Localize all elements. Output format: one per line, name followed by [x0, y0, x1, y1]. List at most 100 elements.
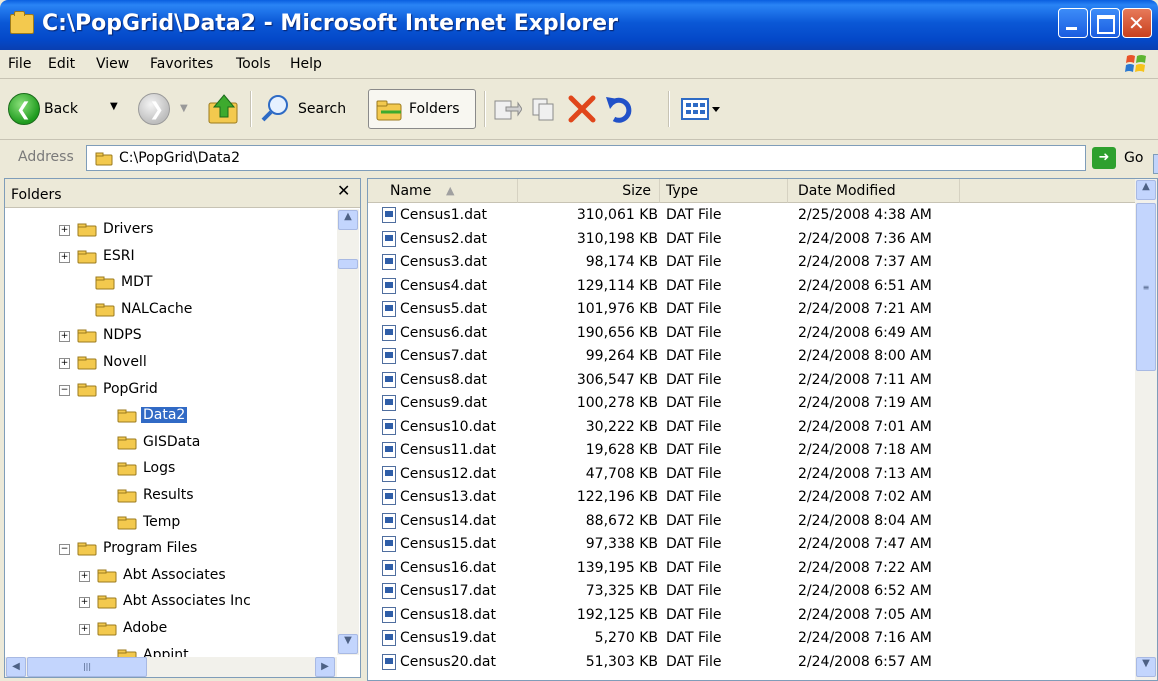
table-row[interactable]: Census18.dat 192,125 KB DAT File 2/24/2008 … — [368, 605, 1138, 625]
scroll-right-button[interactable]: ▶ — [315, 657, 335, 677]
undo-button[interactable] — [604, 93, 636, 129]
menu-edit[interactable]: Edit — [48, 56, 75, 72]
minimize-button[interactable] — [1058, 8, 1088, 38]
tree-item[interactable]: + Adobe — [5, 618, 335, 642]
views-button[interactable] — [680, 95, 724, 127]
expand-icon[interactable]: + — [79, 597, 90, 609]
file-size: 5,270 KB — [594, 630, 658, 646]
scroll-left-button[interactable]: ◀ — [6, 657, 26, 677]
tree-item[interactable]: + Abt Associates Inc — [5, 591, 335, 615]
maximize-button[interactable] — [1090, 8, 1120, 38]
file-size: 190,656 KB — [576, 324, 658, 341]
close-icon[interactable]: ✕ — [337, 181, 350, 200]
column-header-type[interactable]: Type — [660, 179, 788, 203]
tree-horizontal-scrollbar[interactable]: ◀ ||| ▶ — [5, 657, 337, 677]
expand-icon[interactable]: + — [59, 225, 70, 236]
folders-button[interactable]: Folders — [368, 89, 476, 129]
tree-item[interactable]: Results — [5, 485, 335, 509]
address-input[interactable]: C:\PopGrid\Data2 ▼ — [86, 145, 1158, 174]
menu-view[interactable]: View — [96, 56, 129, 72]
tree-item[interactable]: Temp — [5, 512, 335, 536]
tree-item[interactable]: − PopGrid — [5, 379, 335, 403]
back-label[interactable]: Back — [44, 101, 78, 117]
tree-item[interactable]: MDT — [5, 272, 335, 296]
tree-item-label: Data2 — [141, 407, 188, 424]
back-button[interactable]: ❮ — [8, 93, 40, 125]
table-row[interactable]: Census6.dat 190,656 KB DAT File 2/24/2008 6… — [368, 323, 1138, 343]
table-row[interactable]: Census2.dat 310,198 KB DAT File 2/24/2008 7… — [368, 229, 1138, 249]
table-row[interactable]: Census3.dat 98,174 KB DAT File 2/24/2008 7:… — [368, 252, 1138, 272]
collapse-icon[interactable]: − — [59, 544, 70, 556]
scroll-down-button[interactable]: ▼ — [338, 634, 358, 654]
scroll-down-button[interactable]: ▼ — [1136, 657, 1156, 677]
copy-to-button[interactable] — [530, 95, 560, 127]
table-row[interactable]: Census9.dat 100,278 KB DAT File 2/24/2008 7… — [368, 393, 1138, 413]
close-button[interactable]: ✕ — [1122, 8, 1152, 38]
tree-item-label: PopGrid — [103, 380, 158, 397]
table-row[interactable]: Census19.dat 5,270 KB DAT File 2/24/2008 7:… — [368, 628, 1138, 648]
back-dropdown[interactable]: ▼ — [110, 101, 118, 112]
search-label[interactable]: Search — [298, 101, 346, 117]
table-row[interactable]: Census8.dat 306,547 KB DAT File 2/24/2008 7… — [368, 370, 1138, 390]
file-date-modified: 2/24/2008 6:49 AM — [798, 324, 932, 341]
column-header-name[interactable]: Name ▲ — [368, 179, 518, 203]
table-row[interactable]: Census14.dat 88,672 KB DAT File 2/24/2008 8… — [368, 511, 1138, 531]
forward-dropdown[interactable]: ▼ — [180, 103, 188, 114]
horizontal-scroll-thumb[interactable]: ||| — [27, 657, 147, 677]
move-to-button[interactable] — [492, 95, 523, 127]
table-row[interactable]: Census7.dat 99,264 KB DAT File 2/24/2008 8:… — [368, 346, 1138, 366]
tree-item[interactable]: + NDPS — [5, 325, 335, 349]
scroll-up-button[interactable]: ▲ — [1136, 180, 1156, 200]
tree-item[interactable]: + Abt Associates — [5, 565, 335, 589]
column-header-date[interactable]: Date Modified — [788, 179, 960, 203]
forward-button[interactable]: ❯ — [138, 93, 170, 125]
scroll-up-button[interactable]: ▲ — [338, 210, 358, 230]
search-button[interactable] — [260, 93, 290, 127]
delete-button[interactable] — [566, 93, 598, 129]
tree-item[interactable]: + Drivers — [5, 219, 335, 243]
expand-icon[interactable]: + — [59, 331, 70, 343]
file-vertical-scrollbar[interactable]: ▲ ≡ ▼ — [1135, 179, 1157, 680]
table-row[interactable]: Census13.dat 122,196 KB DAT File 2/24/2008 … — [368, 487, 1138, 507]
file-size: 73,325 KB — [585, 583, 658, 599]
expand-icon[interactable]: + — [79, 570, 90, 582]
table-row[interactable]: Census5.dat 101,976 KB DAT File 2/24/2008 7… — [368, 299, 1138, 319]
file-size: 306,547 KB — [576, 371, 658, 388]
tree-item[interactable]: Logs — [5, 458, 335, 482]
go-button[interactable]: Go — [1124, 150, 1143, 166]
collapse-icon[interactable]: − — [59, 384, 70, 396]
tree-item[interactable]: + ESRI — [5, 246, 335, 270]
tree-item[interactable]: − Program Files — [5, 538, 335, 562]
scroll-thumb[interactable]: ≡ — [1136, 203, 1156, 371]
table-row[interactable]: Census1.dat 310,061 KB DAT File 2/25/2008 4… — [368, 205, 1138, 225]
table-row[interactable]: Census4.dat 129,114 KB DAT File 2/24/2008 6… — [368, 276, 1138, 296]
tree-vertical-scrollbar[interactable]: ▲ ▼ — [337, 209, 359, 655]
table-row[interactable]: Census12.dat 47,708 KB DAT File 2/24/2008 7… — [368, 464, 1138, 484]
tree-item[interactable]: NALCache — [5, 299, 335, 323]
dat-file-icon — [382, 371, 396, 388]
go-icon[interactable]: ➜ — [1092, 147, 1116, 169]
forward-icon: ❯ — [149, 99, 165, 120]
menu-file[interactable]: File — [8, 56, 31, 72]
expand-icon[interactable]: + — [79, 624, 90, 635]
column-header-size[interactable]: Size — [518, 179, 660, 203]
menu-favorites[interactable]: Favorites — [150, 56, 213, 72]
address-dropdown-button[interactable]: ▼ — [1153, 154, 1158, 174]
table-row[interactable]: Census16.dat 139,195 KB DAT File 2/24/2008 … — [368, 558, 1138, 578]
folder-icon — [77, 542, 97, 556]
up-button[interactable] — [206, 91, 242, 131]
tree-item[interactable]: Data2 — [5, 405, 335, 429]
table-row[interactable]: Census17.dat 73,325 KB DAT File 2/24/2008 6… — [368, 581, 1138, 601]
table-row[interactable]: Census11.dat 19,628 KB DAT File 2/24/2008 7… — [368, 440, 1138, 460]
menu-help[interactable]: Help — [290, 56, 322, 72]
table-row[interactable]: Census10.dat 30,222 KB DAT File 2/24/2008 7… — [368, 417, 1138, 437]
tree-item[interactable]: GISData — [5, 432, 335, 456]
menu-tools[interactable]: Tools — [236, 56, 271, 72]
tree-item[interactable]: + Novell — [5, 352, 335, 376]
scroll-thumb[interactable] — [338, 259, 358, 269]
table-row[interactable]: Census20.dat 51,303 KB DAT File 2/24/2008 6… — [368, 652, 1138, 672]
file-type: DAT File — [666, 606, 722, 623]
table-row[interactable]: Census15.dat 97,338 KB DAT File 2/24/2008 7… — [368, 534, 1138, 554]
expand-icon[interactable]: + — [59, 251, 70, 263]
expand-icon[interactable]: + — [59, 358, 70, 369]
